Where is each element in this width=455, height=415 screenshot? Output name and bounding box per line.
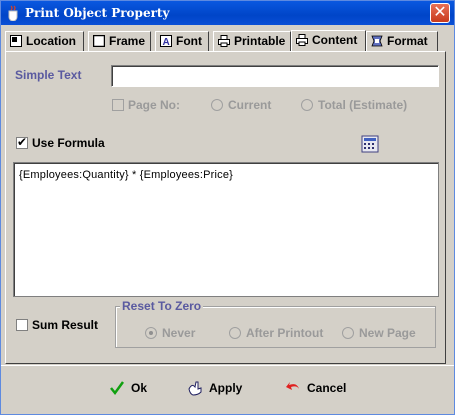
- reset-new-page-label: New Page: [359, 326, 416, 340]
- close-button[interactable]: ✕: [430, 3, 450, 23]
- ok-button[interactable]: Ok: [109, 377, 147, 399]
- tab-format[interactable]: Format: [366, 31, 438, 51]
- printer-tab-icon: [296, 34, 308, 46]
- cancel-button[interactable]: Cancel: [285, 377, 346, 399]
- use-formula-checkbox[interactable]: ✔: [16, 135, 28, 149]
- window-title: Print Object Property: [25, 6, 170, 20]
- sum-result-checkbox[interactable]: [16, 319, 28, 331]
- total-radio[interactable]: [301, 99, 313, 111]
- simple-text-input[interactable]: [111, 65, 439, 87]
- dialog-window: Print Object Property ✕ Location Frame A…: [0, 0, 455, 415]
- reset-group-title: Reset To Zero: [120, 299, 204, 313]
- tab-label: Frame: [109, 34, 146, 48]
- tab-printable[interactable]: Printable: [213, 31, 291, 51]
- printer-tab-icon: [218, 35, 230, 47]
- use-formula-label: Use Formula: [32, 136, 105, 150]
- page-no-checkbox[interactable]: [112, 99, 124, 111]
- cancel-label: Cancel: [307, 381, 347, 395]
- reset-new-page-radio[interactable]: [342, 327, 354, 339]
- apply-hand-icon: [188, 381, 202, 396]
- reset-never-label: Never: [162, 326, 196, 340]
- ok-label: Ok: [131, 381, 148, 395]
- tab-label: Location: [26, 34, 76, 48]
- tab-label: Font: [176, 34, 202, 48]
- title-bar[interactable]: Print Object Property ✕: [1, 1, 454, 25]
- font-tab-icon: A: [160, 35, 172, 47]
- total-label: Total (Estimate): [318, 98, 408, 112]
- formula-editor-icon[interactable]: [361, 135, 379, 153]
- apply-button[interactable]: Apply: [187, 377, 242, 399]
- location-tab-icon: [10, 35, 22, 47]
- tab-font[interactable]: A Font: [155, 31, 209, 51]
- page-no-label: Page No:: [128, 98, 181, 112]
- tab-label: Format: [387, 34, 428, 48]
- footer-separator: [1, 365, 454, 366]
- tab-label: Printable: [234, 34, 286, 48]
- formula-text: {Employees:Quantity} * {Employees:Price}: [19, 169, 234, 181]
- current-radio[interactable]: [211, 99, 223, 111]
- undo-arrow-icon: [286, 382, 299, 390]
- radio-selected-dot: [149, 331, 153, 335]
- formula-textarea[interactable]: {Employees:Quantity} * {Employees:Price}: [13, 162, 439, 297]
- apply-label: Apply: [209, 381, 243, 395]
- current-label: Current: [228, 98, 272, 112]
- sum-result-label: Sum Result: [32, 318, 99, 332]
- frame-tab-icon: [93, 35, 105, 47]
- reset-after-printout-radio[interactable]: [229, 327, 241, 339]
- svg-text:A: A: [163, 37, 170, 47]
- tab-content[interactable]: Content: [291, 30, 366, 52]
- tab-frame[interactable]: Frame: [88, 31, 151, 51]
- close-icon: ✕: [433, 4, 447, 21]
- java-cup-icon: [8, 5, 18, 21]
- simple-text-label: Simple Text: [15, 68, 82, 82]
- reset-after-printout-label: After Printout: [246, 326, 324, 340]
- tab-label: Content: [312, 33, 358, 47]
- reset-never-radio[interactable]: [145, 327, 157, 339]
- checkmark-icon: ✔: [17, 135, 28, 149]
- tab-location[interactable]: Location: [5, 31, 84, 51]
- checkmark-icon: [110, 381, 125, 396]
- format-tab-icon: [371, 35, 383, 47]
